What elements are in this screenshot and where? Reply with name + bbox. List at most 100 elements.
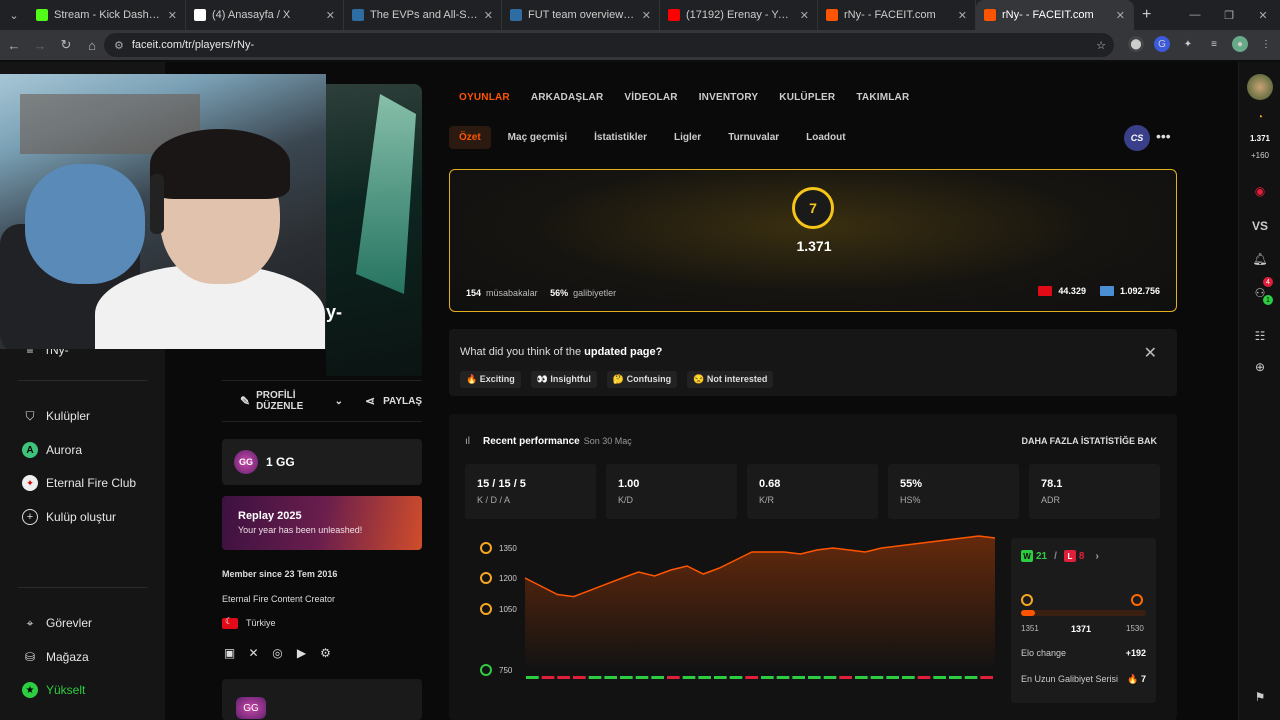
sub-tabs: Özet Maç geçmişi İstatistikler Ligler Tu…: [449, 126, 863, 149]
avatar[interactable]: [1247, 74, 1273, 100]
y-tick-label: 750: [499, 666, 513, 675]
profile-icon[interactable]: ●: [1232, 36, 1248, 52]
parties-icon[interactable]: ☷: [1239, 329, 1280, 343]
cs2-game-icon[interactable]: CS: [1124, 125, 1150, 151]
minimize-icon[interactable]: —: [1178, 9, 1212, 21]
browser-tab[interactable]: (4) Anasayfa / X ✕: [186, 0, 344, 30]
bookmark-star-icon[interactable]: ☆: [1096, 39, 1106, 52]
friends-icon[interactable]: ⚇: [1239, 286, 1280, 300]
feedback-option-confusing[interactable]: 🤔 Confusing: [606, 371, 678, 388]
subtab-leagues[interactable]: Ligler: [664, 126, 711, 149]
more-stats-link[interactable]: DAHA FAZLA İSTATİSTİĞE BAK: [1022, 436, 1158, 446]
close-tab-icon[interactable]: ✕: [326, 9, 335, 22]
close-icon[interactable]: ✕: [1144, 343, 1157, 363]
browser-tab[interactable]: Stream - Kick Dashboard ✕: [28, 0, 186, 30]
elo-card: 7 1.371 154 müsabakalar 56% galibiyetler…: [449, 169, 1177, 312]
sidebar-item-aurora[interactable]: A Aurora: [22, 442, 82, 458]
sidebar-item-missions[interactable]: ⌖ Görevler: [22, 615, 92, 631]
add-circle-icon[interactable]: ⊕: [1239, 360, 1280, 374]
forward-icon[interactable]: →: [28, 38, 52, 53]
browser-tab[interactable]: The EVPs and All-Stars of StarLadder ✕: [344, 0, 502, 30]
performance-title-text: Recent performance: [483, 436, 580, 447]
club-badge-card[interactable]: GG: [222, 679, 422, 720]
match-result-marker: [917, 676, 931, 679]
sidebar-item-shop[interactable]: ⛁ Mağaza: [22, 649, 89, 665]
live-icon[interactable]: ◉: [1239, 184, 1280, 198]
elo-change-value: +192: [1125, 648, 1146, 658]
sidebar-item-create-club[interactable]: + Kulüp oluştur: [22, 509, 116, 525]
stat-value: 15 / 15 / 5: [477, 478, 526, 490]
subtab-tournaments[interactable]: Turnuvalar: [718, 126, 789, 149]
webcam-person-hair: [150, 129, 290, 199]
browser-tab[interactable]: rNy- - FACEIT.com ✕: [818, 0, 976, 30]
chevron-right-icon[interactable]: ›: [1095, 551, 1098, 562]
menu-icon[interactable]: ⋮: [1258, 36, 1274, 52]
new-tab-button[interactable]: +: [1142, 6, 1151, 24]
shop-icon: ⛁: [24, 650, 36, 664]
match-result-marker: [870, 676, 884, 679]
play-vs-icon[interactable]: VS: [1239, 219, 1280, 233]
tab-inventory[interactable]: INVENTORY: [699, 92, 759, 103]
feedback-option-exciting[interactable]: 🔥 Exciting: [460, 371, 521, 388]
close-tab-icon[interactable]: ✕: [484, 9, 493, 22]
elo-min: 1351: [1021, 624, 1039, 633]
instagram-icon[interactable]: ◎: [270, 645, 285, 660]
faceit-logo-icon[interactable]: ⚑: [1239, 690, 1280, 704]
close-tab-icon[interactable]: ✕: [958, 9, 967, 22]
twitch-icon[interactable]: ▣: [222, 645, 237, 660]
tab-games[interactable]: OYUNLAR: [459, 92, 510, 103]
tab-clubs[interactable]: KULÜPLER: [779, 92, 835, 103]
gg-card[interactable]: GG 1 GG: [222, 439, 422, 485]
reload-icon[interactable]: ↻: [54, 37, 78, 53]
steam-icon[interactable]: ⚙: [318, 645, 333, 660]
match-result-marker: [933, 676, 946, 679]
subtab-statistics[interactable]: İstatistikler: [584, 126, 657, 149]
feedback-option-insightful[interactable]: 👀 Insightful: [530, 371, 597, 388]
sidebar-item-clubs[interactable]: ⛉ Kulüpler: [22, 408, 90, 424]
tab-search-icon[interactable]: ⌄: [0, 9, 28, 22]
back-icon[interactable]: ←: [2, 38, 26, 53]
sidebar-item-eternal-fire[interactable]: ✦ Eternal Fire Club: [22, 475, 136, 491]
close-window-icon[interactable]: ✕: [1246, 9, 1280, 22]
tab-teams[interactable]: TAKIMLAR: [856, 92, 909, 103]
browser-tab[interactable]: FUT team overview | HLTV.org ✕: [502, 0, 660, 30]
sidebar-item-upgrade[interactable]: ★ Yükselt: [22, 682, 85, 698]
maximize-icon[interactable]: ❐: [1212, 9, 1246, 22]
close-tab-icon[interactable]: ✕: [800, 9, 809, 22]
match-result-marker: [949, 676, 962, 679]
extension-icon[interactable]: ⬤: [1128, 36, 1144, 52]
youtube-icon[interactable]: ▶: [294, 645, 309, 660]
puzzle-icon[interactable]: ✦: [1180, 36, 1196, 52]
subtab-match-history[interactable]: Maç geçmişi: [498, 126, 577, 149]
edit-profile-button[interactable]: ✎ PROFİLİ DÜZENLE ⌄: [240, 390, 343, 412]
tab-videos[interactable]: VİDEOLAR: [624, 92, 677, 103]
url-field[interactable]: ⚙ faceit.com/tr/players/rNy- ☆: [104, 33, 1114, 57]
turkey-flag-icon: [1038, 286, 1053, 296]
match-result-marker: [729, 676, 743, 679]
close-tab-icon[interactable]: ✕: [168, 9, 177, 22]
subtab-overview[interactable]: Özet: [449, 126, 491, 149]
skill-level-icon: 7: [792, 187, 834, 229]
replay-card[interactable]: Replay 2025 Your year has been unleashed…: [222, 496, 422, 550]
media-icon[interactable]: ≡: [1206, 36, 1222, 52]
share-button[interactable]: ⋖ PAYLAŞ: [365, 394, 422, 408]
divider: [18, 587, 148, 588]
match-result-marker: [557, 676, 570, 679]
country-name: Türkiye: [246, 618, 276, 628]
browser-tab[interactable]: (17192) Erenay - YouTube ✕: [660, 0, 818, 30]
bell-icon[interactable]: 🔔︎: [1239, 252, 1280, 266]
more-options-icon[interactable]: •••: [1156, 128, 1171, 144]
close-tab-icon[interactable]: ✕: [642, 9, 651, 22]
home-icon[interactable]: ⌂: [80, 38, 104, 53]
x-icon[interactable]: ✕: [246, 645, 261, 660]
browser-tab[interactable]: rNy- - FACEIT.com ✕: [976, 0, 1134, 30]
extension-icon[interactable]: G: [1154, 36, 1170, 52]
club-ef-icon: ✦: [22, 475, 38, 491]
elo-change-row: Elo change +192: [1021, 648, 1146, 658]
tab-friends[interactable]: ARKADAŞLAR: [531, 92, 604, 103]
subtab-loadout[interactable]: Loadout: [796, 126, 855, 149]
window-controls: — ❐ ✕: [1178, 0, 1280, 30]
close-tab-icon[interactable]: ✕: [1116, 9, 1125, 22]
site-info-icon[interactable]: ⚙: [114, 39, 124, 52]
feedback-option-not-interested[interactable]: 😒 Not interested: [687, 371, 774, 388]
